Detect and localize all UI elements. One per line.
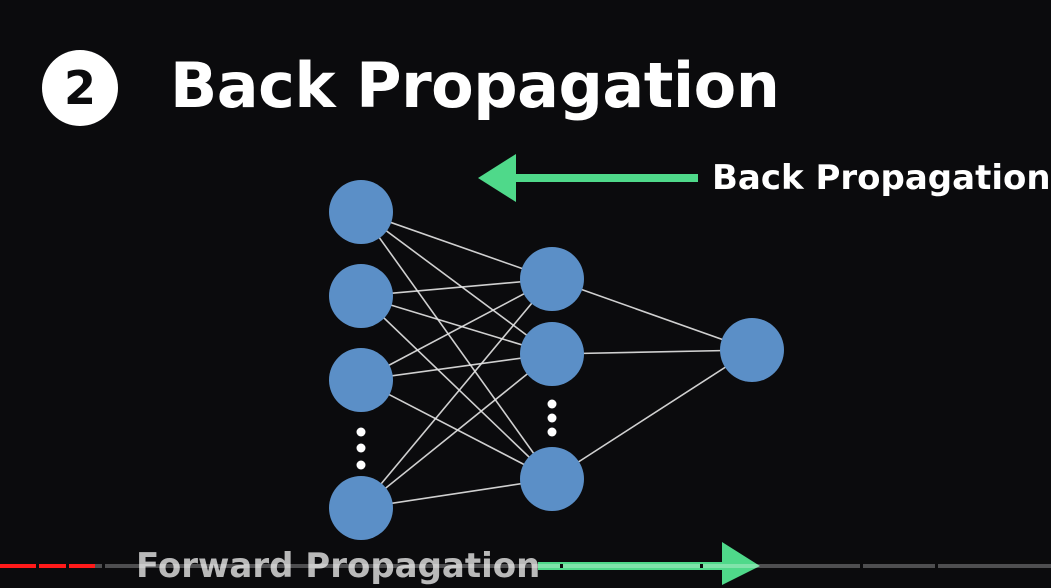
ellipsis-dots (356, 399, 557, 470)
hidden-node (520, 322, 584, 386)
input-node (329, 348, 393, 412)
back-propagation-arrow (478, 154, 698, 202)
ellipsis-dot (547, 427, 557, 437)
video-progress-bar[interactable] (0, 564, 1051, 568)
chapter-marker (860, 564, 863, 568)
input-node (329, 180, 393, 244)
back-arrow-head (478, 154, 516, 202)
chapter-marker (935, 564, 938, 568)
ellipsis-dot (356, 460, 366, 470)
chapter-marker (66, 564, 69, 568)
input-node (329, 264, 393, 328)
ellipsis-dot (356, 427, 366, 437)
ellipsis-dot (356, 443, 366, 453)
chapter-marker (102, 564, 105, 568)
ellipsis-dot (547, 413, 557, 423)
network-edge (551, 349, 753, 480)
network-edge (360, 379, 553, 480)
slide: 2 Back Propagation Back Propagation Forw… (0, 0, 1051, 586)
input-node (329, 476, 393, 540)
hidden-node (520, 447, 584, 511)
output-node (720, 318, 784, 382)
video-progress-played (0, 564, 95, 568)
back-arrow-shaft (510, 174, 698, 182)
chapter-marker (36, 564, 39, 568)
ellipsis-dot (547, 399, 557, 409)
chapter-marker (560, 564, 563, 568)
hidden-node (520, 247, 584, 311)
chapter-marker (700, 564, 703, 568)
neural-network-diagram (329, 154, 784, 585)
back-propagation-label: Back Propagation (712, 158, 1051, 198)
